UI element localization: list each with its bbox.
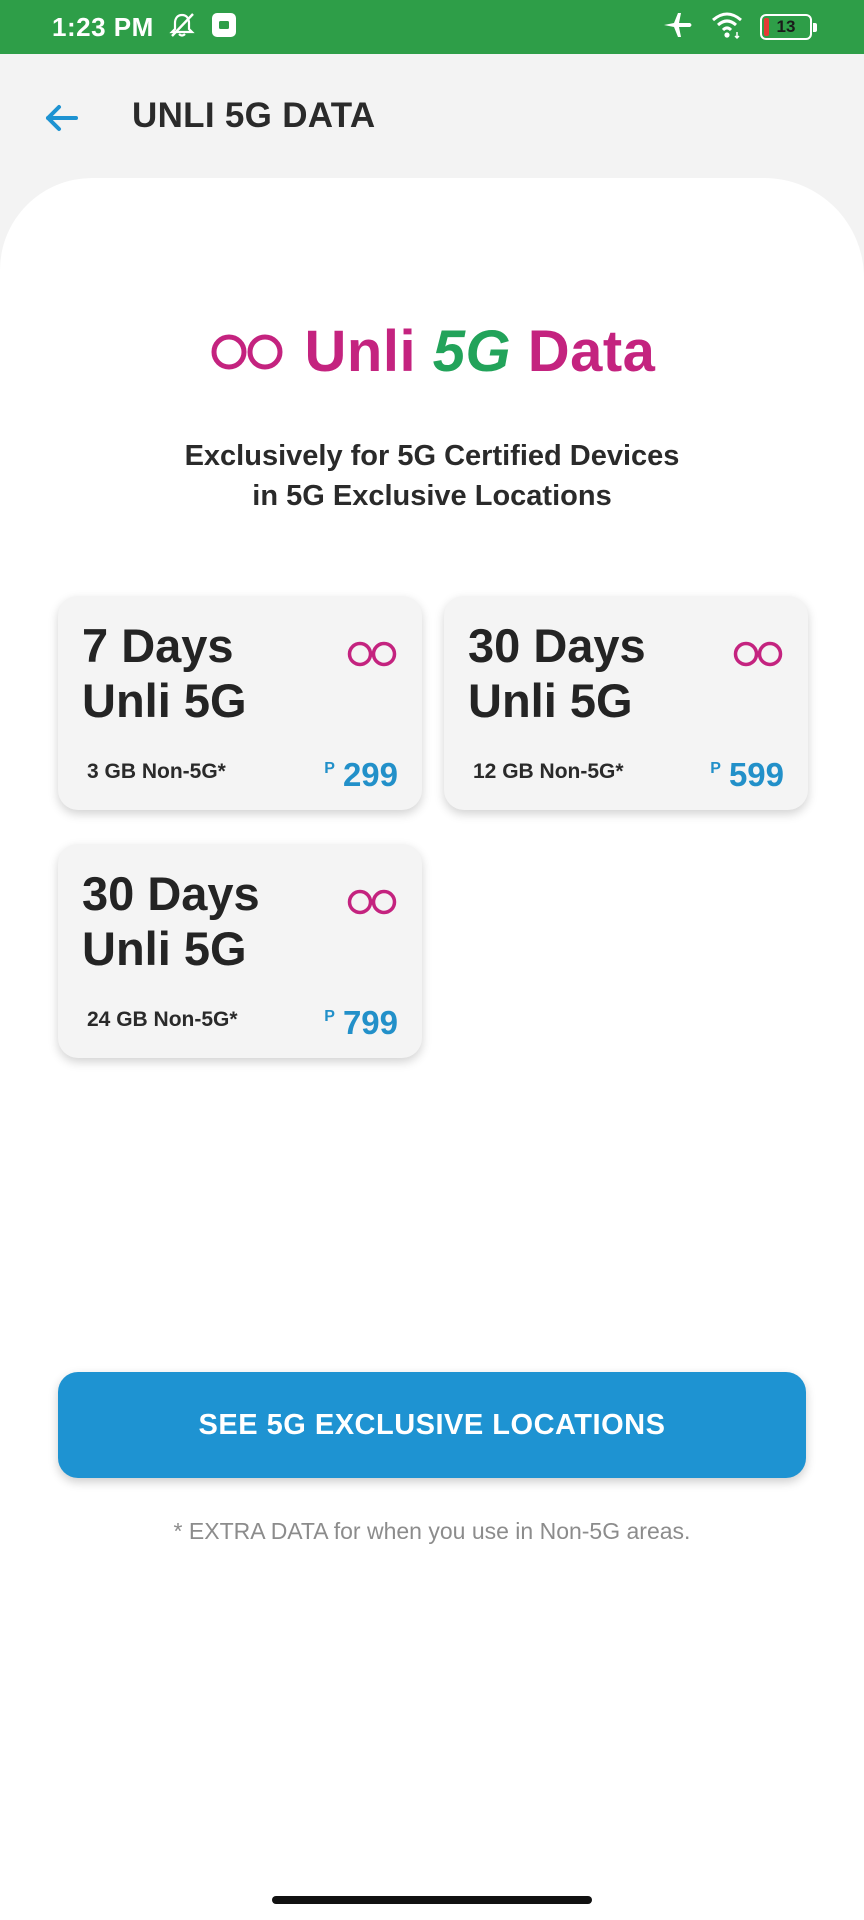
status-left: 1:23 PM (52, 11, 238, 44)
back-button[interactable] (34, 90, 90, 146)
offer-plan-name: Unli 5G (468, 674, 633, 727)
logo-text: Unli 5G Data (305, 318, 656, 385)
infinity-icon (347, 889, 397, 915)
status-right: 13 (662, 10, 817, 45)
offer-duration: 30 Days (468, 619, 646, 672)
alarm-off-icon (168, 11, 196, 44)
offer-duration: 7 Days (82, 619, 234, 672)
price-currency: P (324, 1008, 335, 1025)
price-currency: P (710, 760, 721, 777)
tagline: Exclusively for 5G Certified Devices in … (0, 436, 864, 516)
app-header: UNLI 5G DATA (0, 54, 864, 180)
battery-icon: 13 (760, 14, 817, 40)
status-time: 1:23 PM (52, 11, 154, 42)
price-amount: 599 (728, 756, 784, 793)
page-title: UNLI 5G DATA (132, 96, 376, 135)
offer-card-30-days-24gb[interactable]: 30 Days Unli 5G 24 GB Non-5G* P 799 (58, 844, 422, 1058)
offer-card-7-days[interactable]: 7 Days Unli 5G 3 GB Non-5G* P 299 (58, 596, 422, 810)
price-amount: 299 (342, 756, 398, 793)
offer-title: 30 Days Unli 5G (82, 866, 260, 976)
infinity-icon (347, 641, 397, 667)
offer-bonus-data: 24 GB Non-5G* (87, 1008, 238, 1031)
battery-text: 13 (776, 17, 796, 36)
offer-title: 7 Days Unli 5G (82, 618, 247, 728)
promo-logo: Unli 5G Data (0, 318, 864, 385)
content-sheet: Unli 5G Data Exclusively for 5G Certifie… (0, 178, 864, 1920)
arrow-left-icon (46, 105, 78, 131)
tagline-line-1: Exclusively for 5G Certified Devices (184, 440, 680, 472)
offer-plan-name: Unli 5G (82, 674, 247, 727)
infinity-icon (733, 641, 783, 667)
offer-title: 30 Days Unli 5G (468, 618, 646, 728)
status-bar: 1:23 PM 13 (0, 0, 864, 54)
logo-data: Data (527, 319, 656, 384)
offer-bonus-data: 3 GB Non-5G* (87, 760, 226, 783)
home-indicator[interactable] (272, 1896, 592, 1904)
offer-price: P 599 (710, 756, 784, 794)
infinity-icon (211, 334, 283, 369)
airplane-icon (662, 10, 694, 45)
offer-bonus-data: 12 GB Non-5G* (473, 760, 624, 783)
logo-unli: Unli (304, 319, 417, 384)
footnote: * EXTRA DATA for when you use in Non-5G … (173, 1518, 691, 1544)
offer-duration: 30 Days (82, 867, 260, 920)
see-5g-locations-button[interactable]: SEE 5G EXCLUSIVE LOCATIONS (58, 1372, 806, 1478)
offer-price: P 799 (324, 1004, 398, 1042)
offer-plan-name: Unli 5G (82, 922, 247, 975)
wifi-icon (710, 10, 744, 45)
offer-price: P 299 (324, 756, 398, 794)
price-currency: P (324, 760, 335, 777)
battery-fill (764, 18, 770, 36)
logo-5g: 5G (432, 319, 512, 384)
offer-card-30-days-12gb[interactable]: 30 Days Unli 5G 12 GB Non-5G* P 599 (444, 596, 808, 810)
price-amount: 799 (342, 1004, 398, 1041)
notification-app-icon (210, 11, 238, 44)
tagline-line-2: in 5G Exclusive Locations (252, 480, 612, 512)
